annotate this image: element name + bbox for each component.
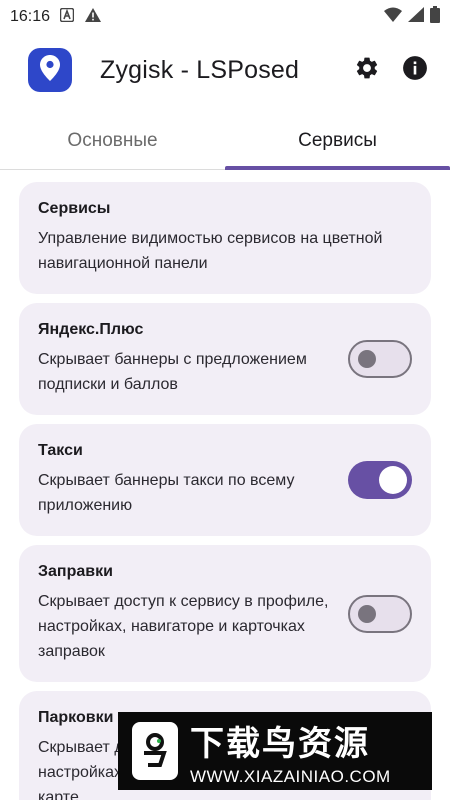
location-pin-icon <box>40 54 60 86</box>
watermark-title: 下载鸟资源 <box>190 723 370 764</box>
wifi-icon <box>384 7 402 27</box>
card-title: Заправки <box>38 563 113 580</box>
battery-icon <box>430 6 440 28</box>
tab-main[interactable]: Основные <box>0 112 225 169</box>
tab-bar: Основные Сервисы <box>0 112 450 170</box>
watermark-url: WWW.XIAZAINIAO.COM <box>190 766 391 786</box>
card-description: Скрывает баннеры такси по всему приложен… <box>38 472 295 514</box>
card-title: Яндекс.Плюс <box>38 321 144 338</box>
fuel-toggle[interactable] <box>348 594 412 633</box>
android-auto-icon <box>59 7 75 27</box>
watermark-banner: 下载鸟资源 WWW.XIAZAINIAO.COM <box>118 712 432 790</box>
toggle-knob <box>379 466 407 494</box>
info-icon <box>402 55 428 86</box>
bird-logo-icon <box>132 722 178 780</box>
signal-icon <box>408 7 424 27</box>
card-title: Сервисы <box>38 200 111 217</box>
app-title: Zygisk - LSPosed <box>100 55 300 84</box>
tab-services[interactable]: Сервисы <box>225 112 450 170</box>
card-description: Скрывает баннеры с предложением подписки… <box>38 351 307 393</box>
service-card-taxi[interactable]: Такси Скрывает баннеры такси по всему пр… <box>19 424 431 536</box>
app-bar: Zygisk - LSPosed <box>0 34 450 106</box>
card-description: Скрывает доступ к сервису в профиле, нас… <box>38 593 329 660</box>
settings-button[interactable] <box>352 55 382 85</box>
card-description: Управление видимостью сервисов на цветно… <box>38 230 383 272</box>
toggle-knob <box>358 350 376 368</box>
info-button[interactable] <box>400 55 430 85</box>
service-card-yandex-plus[interactable]: Яндекс.Плюс Скрывает баннеры с предложен… <box>19 303 431 415</box>
service-card-fuel[interactable]: Заправки Скрывает доступ к сервису в про… <box>19 545 431 682</box>
toggle-knob <box>358 604 376 623</box>
app-logo <box>28 48 72 92</box>
status-time: 16:16 <box>10 8 51 25</box>
status-bar: 16:16 <box>0 0 450 34</box>
services-list[interactable]: Сервисы Управление видимостью сервисов н… <box>0 170 450 800</box>
warning-icon <box>84 7 102 28</box>
services-header-card: Сервисы Управление видимостью сервисов н… <box>19 182 431 294</box>
yandex-plus-toggle[interactable] <box>348 340 412 378</box>
taxi-toggle[interactable] <box>348 461 412 499</box>
card-title: Такси <box>38 442 83 459</box>
gear-icon <box>354 55 380 86</box>
